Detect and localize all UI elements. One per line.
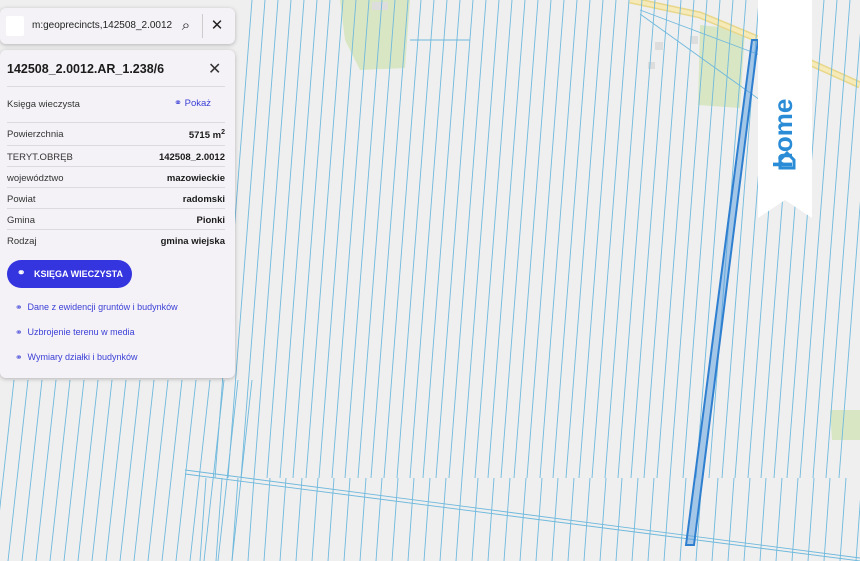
- attribute-label: Powierzchnia: [7, 129, 64, 140]
- land-register-label: Księga wieczysta: [7, 99, 80, 110]
- attribute-label: TERYT.OBRĘB: [7, 152, 73, 163]
- close-icon[interactable]: ✕: [207, 16, 227, 36]
- dimensions-link[interactable]: ⚭ Wymiary działki i budynków: [15, 352, 138, 363]
- land-register-button[interactable]: ⚭ KSIĘGA WIECZYSTA: [7, 260, 132, 288]
- brand-ribbon[interactable]: home: [758, 0, 812, 218]
- link-icon: ⚭: [15, 302, 23, 312]
- attribute-row: Powiat radomski: [7, 187, 225, 209]
- divider: [202, 14, 203, 38]
- attribute-value: mazowieckie: [166, 173, 225, 184]
- parcel-title: 142508_2.0012.AR_1.238/6: [7, 62, 165, 76]
- land-records-link[interactable]: ⚭ Dane z ewidencji gruntów i budynków: [15, 302, 178, 313]
- attribute-label: województwo: [7, 173, 64, 184]
- search-icon[interactable]: ⌕: [176, 16, 196, 36]
- search-bar[interactable]: m:geoprecincts,142508_2.0012 ⌕ ✕: [0, 8, 235, 44]
- app-logo: [6, 16, 24, 36]
- link-icon: ⚭: [15, 327, 23, 337]
- attribute-value: Pionki: [196, 215, 225, 226]
- attribute-row: Powierzchnia 5715 m2: [7, 122, 225, 144]
- utilities-link[interactable]: ⚭ Uzbrojenie terenu w media: [15, 327, 135, 338]
- attribute-row: TERYT.OBRĘB 142508_2.0012: [7, 145, 225, 167]
- attribute-label: Rodzaj: [7, 236, 37, 247]
- link-icon: ⚭: [174, 98, 185, 109]
- search-input[interactable]: m:geoprecincts,142508_2.0012: [32, 20, 172, 31]
- attribute-value: 5715 m2: [188, 129, 225, 142]
- attribute-value: gmina wiejska: [160, 236, 225, 247]
- parcel-info-panel: 142508_2.0012.AR_1.238/6 ✕ Księga wieczy…: [0, 50, 235, 378]
- attribute-row: województwo mazowieckie: [7, 166, 225, 188]
- attribute-value: radomski: [182, 194, 225, 205]
- attribute-row: Gmina Pionki: [7, 208, 225, 230]
- attribute-label: Gmina: [7, 215, 35, 226]
- link-icon: ⚭: [17, 268, 26, 279]
- attribute-row: Rodzaj gmina wiejska: [7, 229, 225, 251]
- close-icon[interactable]: ✕: [208, 59, 221, 79]
- land-register-row: Księga wieczysta ⚭ Pokaż: [7, 86, 225, 121]
- link-icon: ⚭: [15, 352, 23, 362]
- attribute-label: Powiat: [7, 194, 36, 205]
- attribute-value: 142508_2.0012: [158, 152, 225, 163]
- show-land-register-link[interactable]: ⚭ Pokaż: [174, 98, 211, 109]
